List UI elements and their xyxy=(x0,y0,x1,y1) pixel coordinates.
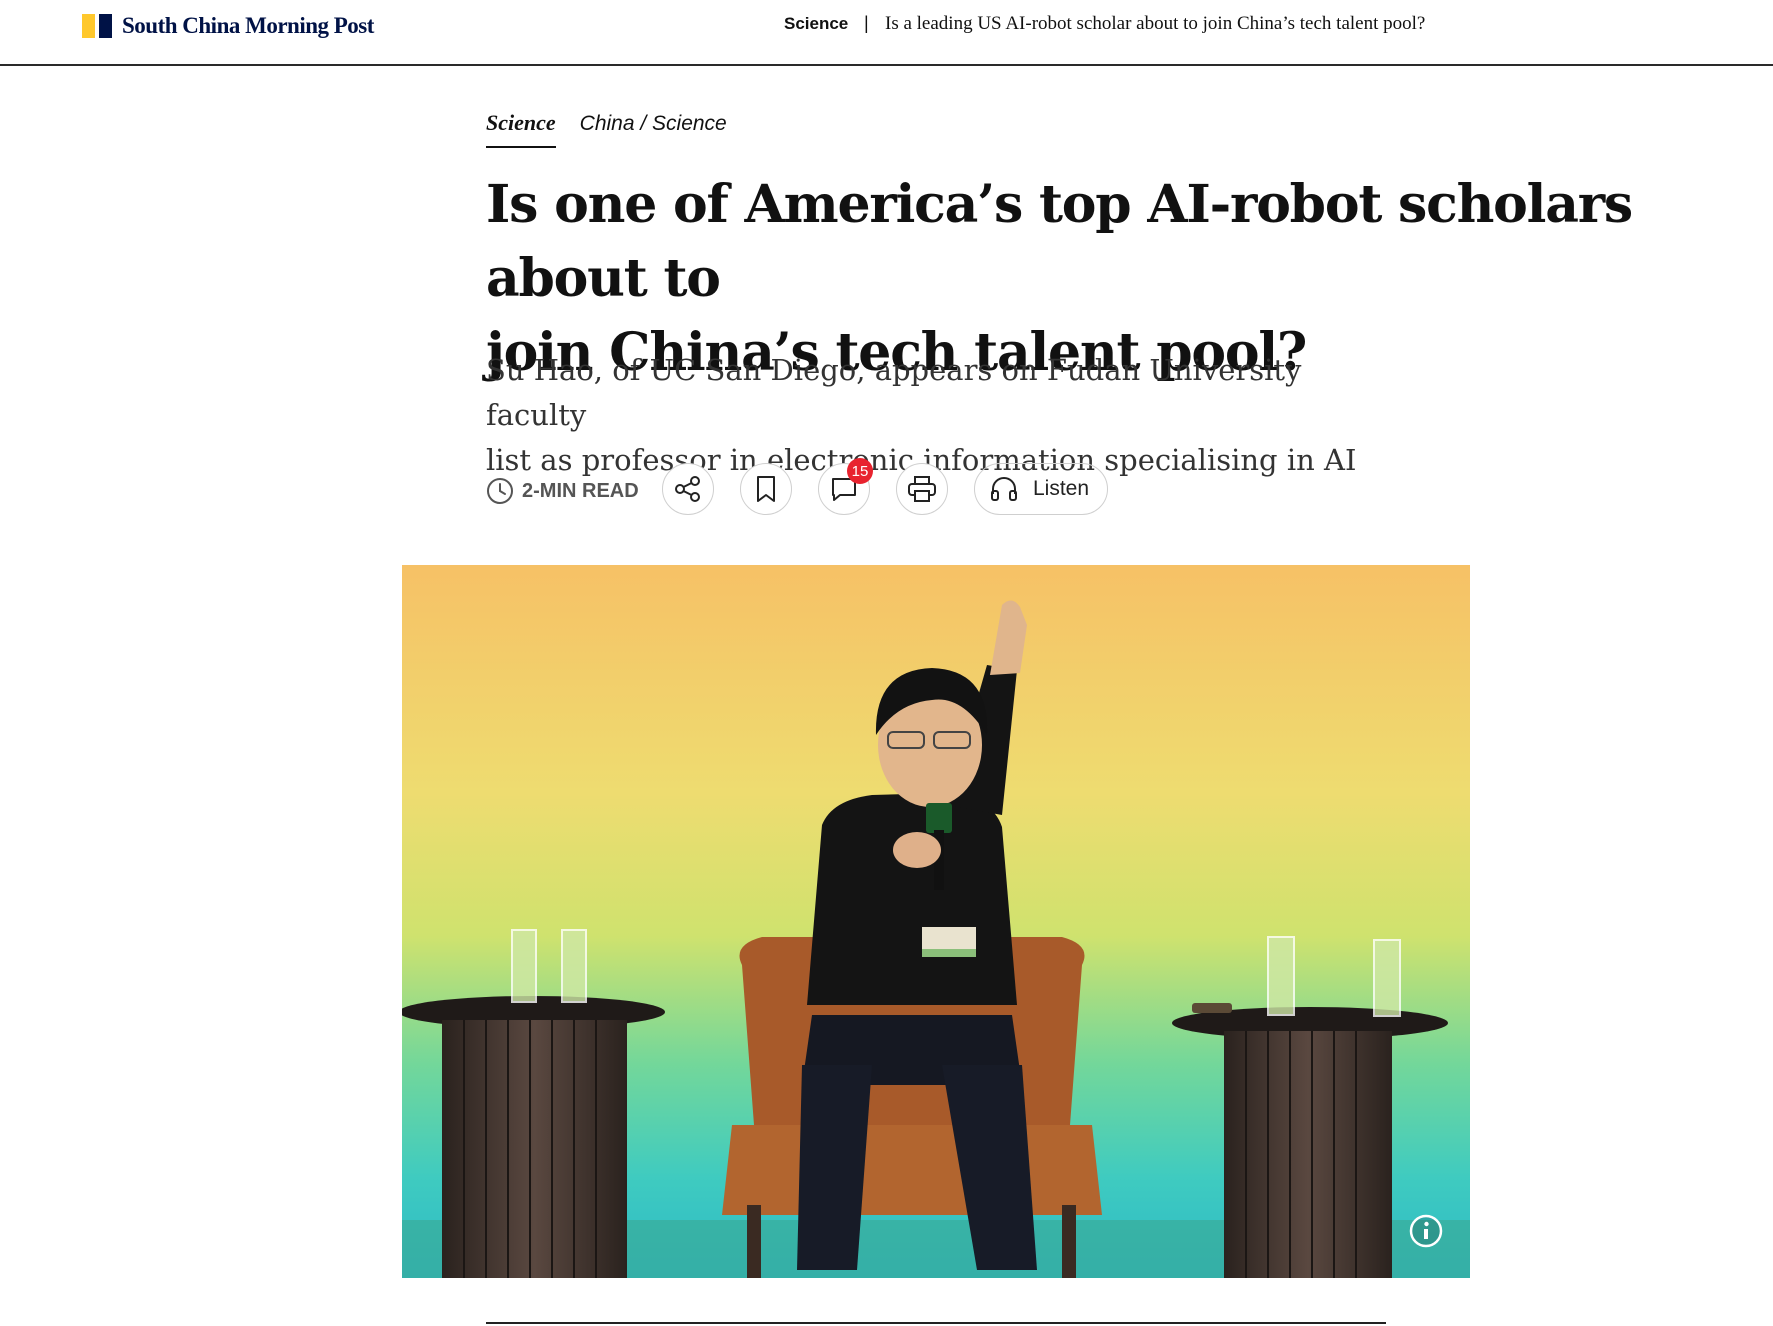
clock-icon xyxy=(487,478,513,504)
bookmark-button[interactable] xyxy=(740,463,792,515)
topbar-divider: | xyxy=(864,13,869,33)
bookmark-icon xyxy=(757,476,775,502)
logo-mark-icon xyxy=(82,14,112,38)
info-icon[interactable] xyxy=(1409,1214,1443,1248)
breadcrumb-china-science[interactable]: China / Science xyxy=(580,110,727,148)
summary-line-1: Su Hao, of UC San Diego, appears on Fuda… xyxy=(486,353,1302,432)
article-photo xyxy=(402,565,1470,1278)
listen-label: Listen xyxy=(1033,477,1090,500)
brand-name: South China Morning Post xyxy=(122,13,374,38)
comment-count-badge: 15 xyxy=(847,458,873,484)
breadcrumb: Science China / Science xyxy=(486,110,727,148)
print-button[interactable] xyxy=(896,463,948,515)
comments-button[interactable]: 15 xyxy=(818,458,873,515)
article-summary: Su Hao, of UC San Diego, appears on Fuda… xyxy=(486,348,1406,483)
share-button[interactable] xyxy=(662,463,714,515)
headphones-icon xyxy=(991,477,1017,501)
share-icon xyxy=(675,476,700,502)
headline-line-1: Is one of America’s top AI-robot scholar… xyxy=(486,174,1633,309)
divider xyxy=(486,1322,1386,1324)
topbar-section-link[interactable]: Science xyxy=(784,14,848,34)
scmp-logo[interactable]: South China Morning Post xyxy=(82,13,374,39)
print-icon xyxy=(908,476,936,502)
topbar-headline: Is a leading US AI-robot scholar about t… xyxy=(885,13,1426,34)
read-time-label: 2-MIN READ xyxy=(522,479,639,502)
top-bar: South China Morning Post Science | Is a … xyxy=(0,0,1773,66)
photo-illustration xyxy=(402,565,1470,1278)
read-time: 2-MIN READ xyxy=(486,477,639,505)
breadcrumb-science[interactable]: Science xyxy=(486,110,556,148)
listen-button[interactable]: Listen xyxy=(974,463,1108,515)
